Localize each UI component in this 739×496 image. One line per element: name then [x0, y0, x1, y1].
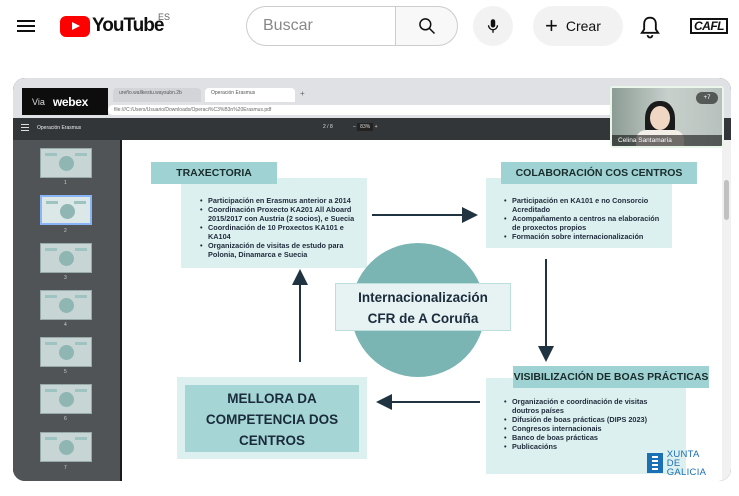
new-tab-icon: +	[300, 89, 305, 98]
pdf-thumbnail-sidebar: 1 2 3 4 5 6 7	[13, 140, 120, 481]
pdf-thumbnail-selected	[40, 195, 92, 225]
search-icon	[418, 18, 435, 35]
xunta-logo: XUNTA DE GALICIA	[647, 449, 722, 478]
list-item: Publicacións	[504, 442, 654, 451]
center-line2: CFR de A Coruña	[367, 311, 479, 326]
create-button[interactable]: + Crear	[533, 6, 623, 46]
hamburger-menu-icon[interactable]	[12, 12, 40, 40]
avatar-text: CAFL	[690, 18, 728, 34]
thumb-number: 5	[64, 369, 67, 375]
search-button[interactable]	[395, 6, 458, 46]
visibilizacion-title: VISIBILIZACIÓN DE BOAS PRÁCTICAS	[513, 366, 709, 388]
webex-badge: Via webex	[22, 88, 108, 115]
search-input[interactable]	[263, 17, 383, 35]
video-url-bar: file:///C:/Users/Usuario/Downloads/Opera…	[108, 105, 668, 115]
thumb-number: 2	[64, 228, 67, 234]
video-browser-tab: ureño.wallkestu.waysubn.2b	[113, 88, 201, 102]
masthead: YouTube ES + Crear CAFL	[0, 0, 739, 52]
webex-prefix: Via	[32, 96, 45, 107]
pdf-menu-icon	[21, 124, 29, 132]
pdf-thumbnail	[40, 148, 92, 178]
pdf-thumbnail	[40, 243, 92, 273]
pdf-thumbnail	[40, 384, 92, 414]
mellora-line3: CENTROS	[238, 433, 305, 448]
video-browser-tab-active: Operación Erasmus	[205, 88, 295, 102]
youtube-logo[interactable]: YouTube	[60, 14, 164, 38]
thumb-number: 6	[64, 416, 67, 422]
pdf-page-indicator: 2 / 8	[323, 124, 333, 130]
pdf-zoom-value: 83%	[357, 123, 374, 131]
participants-badge: +7	[696, 92, 718, 104]
pdf-thumbnail	[40, 290, 92, 320]
xunta-text: XUNTA DE GALICIA	[666, 449, 722, 478]
center-line1: Internacionalización	[358, 290, 488, 305]
list-item: Banco de boas prácticas	[504, 433, 654, 442]
account-avatar[interactable]: CAFL	[690, 16, 728, 36]
video-player[interactable]: ureño.wallkestu.waysubn.2b Operación Era…	[13, 78, 731, 481]
plus-icon: +	[545, 13, 558, 38]
create-label: Crear	[565, 18, 601, 34]
thumb-number: 1	[64, 180, 67, 186]
webex-logo: webex	[52, 94, 89, 109]
thumb-number: 7	[64, 465, 67, 471]
xunta-line2: DE GALICIA	[666, 457, 707, 478]
thumb-number: 4	[64, 322, 67, 328]
presentation-slide: TRAXECTORIA Participación en Erasmus ant…	[122, 140, 722, 481]
participant-camera: +7 Celina Santamaría	[610, 86, 724, 148]
notifications-bell-icon[interactable]	[636, 13, 664, 41]
youtube-play-icon	[60, 15, 90, 37]
logo-text: YouTube	[92, 15, 164, 36]
pdf-thumbnail	[40, 432, 92, 462]
mellora-line1: MELLORA DA	[227, 391, 317, 406]
microphone-icon	[487, 19, 499, 33]
thumb-number: 3	[64, 275, 67, 281]
region-code: ES	[158, 12, 171, 22]
visibilizacion-list: Organización e coordinación de visitas d…	[504, 397, 654, 451]
search-box	[246, 6, 395, 46]
voice-search-button[interactable]	[473, 6, 513, 46]
list-item: Difusión de boas prácticas (DIPS 2023)	[504, 415, 654, 424]
center-label: Internacionalización CFR de A Coruña	[335, 283, 511, 331]
pdf-scrollbar[interactable]	[722, 140, 731, 481]
pdf-zoom: – 83% +	[353, 123, 378, 131]
mellora-label: MELLORA DA COMPETENCIA DOS CENTROS	[185, 385, 359, 452]
xunta-flag-icon	[647, 453, 663, 473]
mellora-line2: COMPETENCIA DOS	[205, 412, 339, 427]
pdf-thumbnail	[40, 337, 92, 367]
list-item: Organización e coordinación de visitas d…	[504, 397, 654, 415]
pdf-title: Operación Erasmus	[37, 125, 82, 131]
list-item: Congresos internacionais	[504, 424, 654, 433]
participant-name: Celina Santamaría	[612, 135, 722, 146]
